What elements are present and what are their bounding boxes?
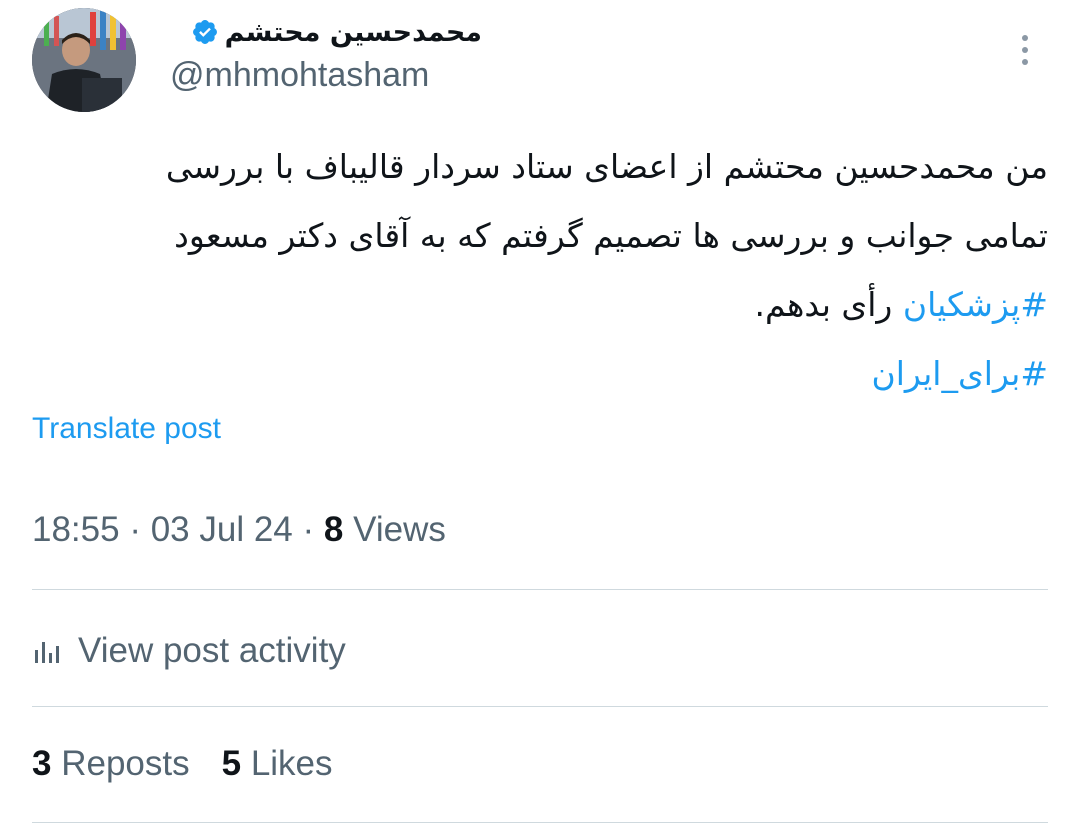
avatar[interactable] <box>32 8 136 112</box>
likes-label: Likes <box>250 744 333 783</box>
post-time[interactable]: 18:55 <box>32 510 120 549</box>
more-options-icon[interactable] <box>1010 28 1040 72</box>
likes-count: 5 <box>221 744 242 783</box>
post-date[interactable]: 03 Jul 24 <box>151 510 293 549</box>
avatar-image <box>32 8 136 112</box>
post-text-line: #پزشکیان رأی بدهم. <box>32 270 1048 339</box>
verified-badge-icon <box>192 20 217 44</box>
more-dot <box>1022 59 1028 65</box>
bar-chart-icon <box>35 642 59 663</box>
more-dot <box>1022 35 1028 41</box>
post-text: من محمدحسین محتشم از اعضای ستاد سردار قا… <box>32 132 1048 408</box>
engagement-stats: 3 Reposts 5 Likes <box>32 744 333 784</box>
divider <box>32 822 1048 823</box>
post-text-line: تمامی جوانب و بررسی ها تصمیم گرفتم که به… <box>174 216 1048 255</box>
post-text-fragment: رأی بدهم. <box>754 285 893 324</box>
views-label: Views <box>353 510 446 549</box>
activity-label: View post activity <box>78 631 346 670</box>
post-text-line: #برای_ایران <box>32 339 1048 408</box>
likes-stat[interactable]: 5 Likes <box>222 744 333 784</box>
reposts-label: Reposts <box>61 744 190 783</box>
divider <box>32 706 1048 707</box>
author-handle[interactable]: @mhmohtasham <box>170 56 429 95</box>
view-post-activity-button[interactable]: View post activity <box>32 626 346 676</box>
divider <box>32 589 1048 590</box>
more-dot <box>1022 47 1028 53</box>
translate-post-link[interactable]: Translate post <box>32 412 221 446</box>
post-text-line: من محمدحسین محتشم از اعضای ستاد سردار قا… <box>165 147 1048 186</box>
hashtag-link[interactable]: #برای_ایران <box>871 354 1048 393</box>
reposts-count: 3 <box>32 744 52 783</box>
reposts-stat[interactable]: 3 Reposts <box>32 744 190 784</box>
views-count: 8 <box>323 510 344 549</box>
separator-dot: · <box>129 510 151 549</box>
hashtag-link[interactable]: #پزشکیان <box>903 285 1048 324</box>
author-name-row[interactable]: محمدحسین محتشم <box>191 12 482 52</box>
post-meta: 18:55 · 03 Jul 24 · 8 Views <box>32 510 446 550</box>
separator-dot: · <box>302 510 324 549</box>
author-display-name: محمدحسین محتشم <box>224 16 482 48</box>
